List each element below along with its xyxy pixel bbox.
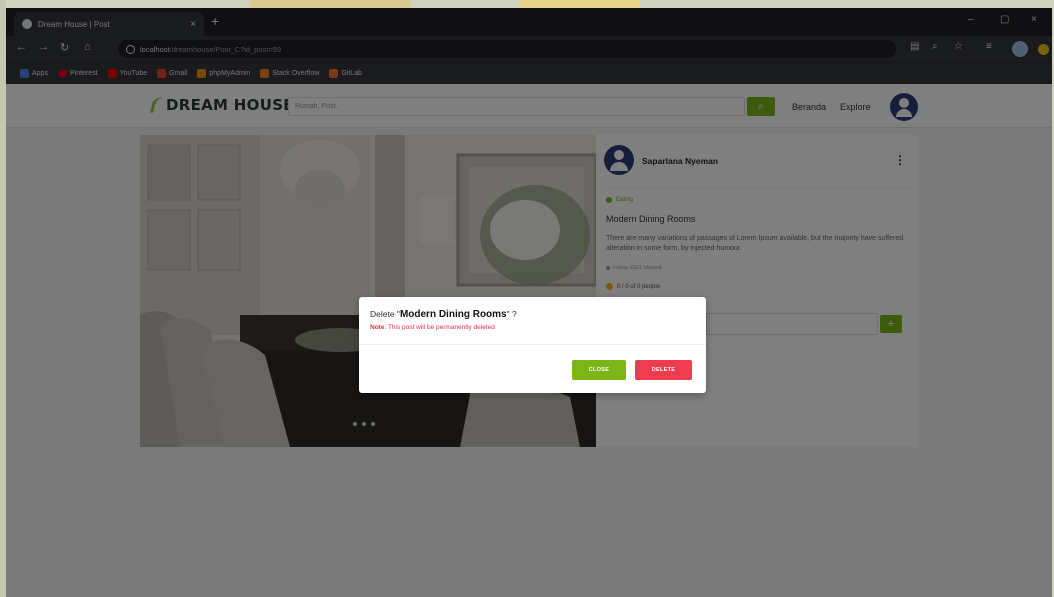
modal-post-title: Modern Dining Rooms: [399, 309, 507, 320]
modal-divider: [359, 344, 706, 345]
modal-title: Delete "Modern Dining Rooms" ?: [370, 309, 517, 320]
close-button[interactable]: CLOSE: [572, 360, 626, 380]
delete-confirm-modal: Delete "Modern Dining Rooms" ? Note: Thi…: [359, 297, 706, 393]
modal-note: Note: This post will be permanently dele…: [370, 324, 495, 331]
screen: Dream House | Post × + – ▢ × ← → ↻ ⌂ loc…: [0, 0, 1054, 597]
delete-button[interactable]: DELETE: [635, 360, 692, 380]
